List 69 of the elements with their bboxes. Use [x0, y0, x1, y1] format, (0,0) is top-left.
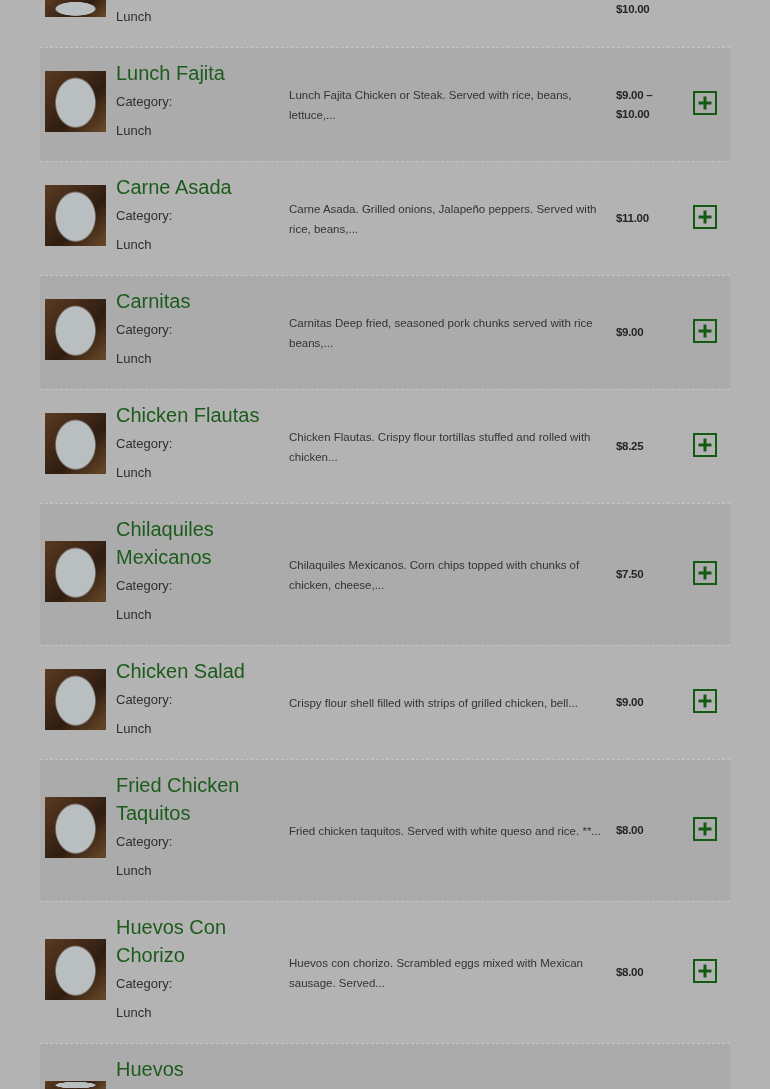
category-label: Category: [116, 975, 174, 993]
category-label: Category: [116, 833, 174, 851]
product-title[interactable]: Chicken Salad [116, 657, 284, 685]
photo-placeholder [45, 541, 106, 602]
product-title[interactable]: Chilaquiles Mexicanos [116, 515, 284, 571]
item-description: Fried chicken taquitos. Served with white queso and rice. **... [289, 823, 602, 839]
photo-placeholder [45, 1081, 106, 1089]
item-price: $11.00 [616, 211, 650, 226]
item-price: $10.00 [616, 2, 651, 17]
plus-icon [697, 692, 713, 709]
plus-icon [697, 436, 713, 453]
item-description: Chilaquiles Mexicanos. Corn chips topped with chunks of chicken, cheese,... [289, 557, 581, 593]
item-price: $9.00 [616, 325, 645, 340]
add-button[interactable] [693, 816, 717, 841]
category-label: Category: [116, 321, 174, 339]
item-price: $7.50 [616, 567, 645, 582]
product-title[interactable]: Carne Asada [116, 173, 284, 201]
product-title[interactable]: Lunch Fajita [116, 59, 284, 87]
product-title[interactable]: Fried Chicken Taquitos [116, 771, 284, 827]
product-title[interactable]: Huevos [116, 1055, 284, 1083]
photo-placeholder [45, 71, 106, 132]
product-title[interactable]: Huevos Con Chorizo [116, 913, 284, 969]
item-description: Huevos con chorizo. Scrambled eggs mixed with Mexican sausage. Served... [289, 955, 585, 991]
category-label: Category: [116, 93, 174, 111]
category-value: Lunch [116, 8, 153, 26]
plus-icon [697, 94, 713, 111]
plus-icon [697, 962, 713, 979]
item-price: $9.00 – $10.00 [616, 87, 654, 122]
photo-placeholder [45, 797, 106, 858]
item-price: $8.00 [616, 823, 645, 838]
plus-icon [697, 564, 713, 581]
product-title[interactable]: Chicken Flautas [116, 401, 284, 429]
category-label: Category: [116, 691, 174, 709]
category-value: Lunch [116, 720, 153, 738]
item-description: Carnitas Deep fried, seasoned pork chunks served with rice beans,... [289, 315, 594, 351]
item-description: Carne Asada. Grilled onions, Jalapeño peppers. Served with rice, beans,... [289, 201, 598, 237]
item-price: $8.00 [616, 965, 645, 980]
add-button[interactable] [693, 560, 717, 585]
item-description: Lunch Fajita Chicken or Steak. Served with rice, beans, lettuce,... [289, 87, 573, 123]
plus-icon [697, 820, 713, 837]
photo-placeholder [45, 413, 106, 474]
add-button[interactable] [693, 90, 717, 115]
add-button[interactable] [693, 318, 717, 343]
item-price: $8.25 [616, 439, 645, 454]
photo-placeholder [45, 669, 106, 730]
photo-placeholder [45, 939, 106, 1000]
category-value: Lunch [116, 1004, 153, 1022]
category-label: Category: [116, 435, 174, 453]
item-price: $9.00 [616, 695, 645, 710]
plus-icon [697, 322, 713, 339]
item-description: Chicken Flautas. Crispy flour tortillas stuffed and rolled with chicken... [289, 429, 592, 465]
add-button[interactable] [693, 432, 717, 457]
category-value: Lunch [116, 122, 153, 140]
add-button[interactable] [693, 204, 717, 229]
category-value: Lunch [116, 606, 153, 624]
product-title[interactable]: Carnitas [116, 287, 284, 315]
category-label: Category: [116, 577, 174, 595]
add-button[interactable] [693, 688, 717, 713]
category-value: Lunch [116, 236, 153, 254]
category-value: Lunch [116, 862, 153, 880]
category-value: Lunch [116, 350, 153, 368]
category-value: Lunch [116, 464, 153, 482]
photo-placeholder [45, 0, 106, 17]
add-button[interactable] [693, 958, 717, 983]
item-description: Crispy flour shell filled with strips of grilled chicken, bell... [289, 695, 579, 711]
category-label: Category: [116, 207, 174, 225]
photo-placeholder [45, 185, 106, 246]
photo-placeholder [45, 299, 106, 360]
plus-icon [697, 208, 713, 225]
